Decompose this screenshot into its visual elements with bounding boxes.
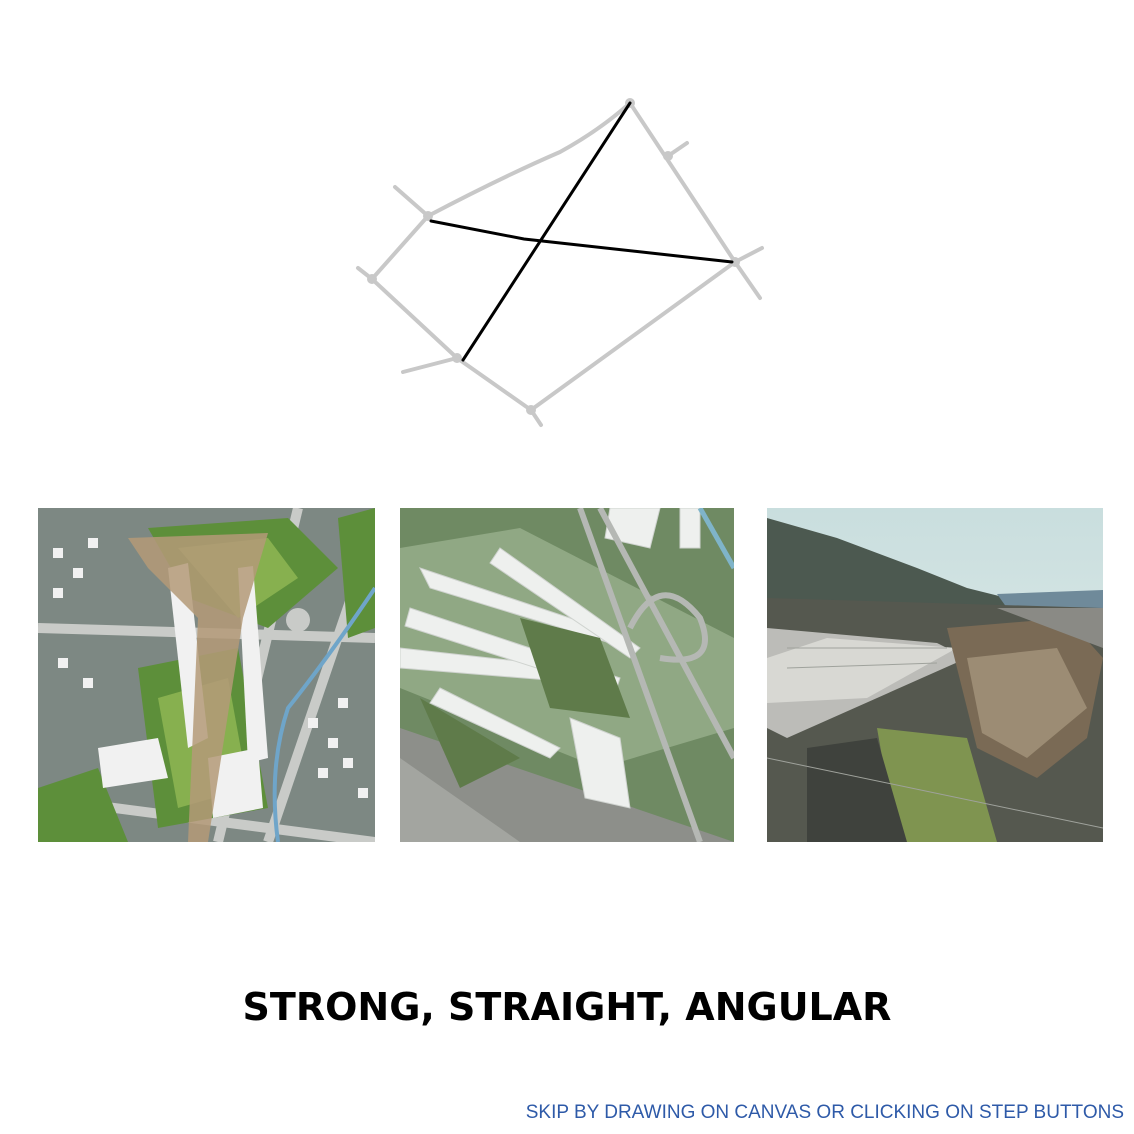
slide-headline: STRONG, STRAIGHT, ANGULAR xyxy=(242,985,892,1029)
masterplan-site-plan-image xyxy=(38,508,375,842)
skip-instruction-link[interactable]: SKIP BY DRAWING ON CANVAS OR CLICKING ON… xyxy=(526,1102,1124,1124)
road-axis-sketch xyxy=(340,80,790,440)
masterplan-perspective-render-image xyxy=(767,508,1103,842)
masterplan-aerial-view-image xyxy=(400,508,734,842)
